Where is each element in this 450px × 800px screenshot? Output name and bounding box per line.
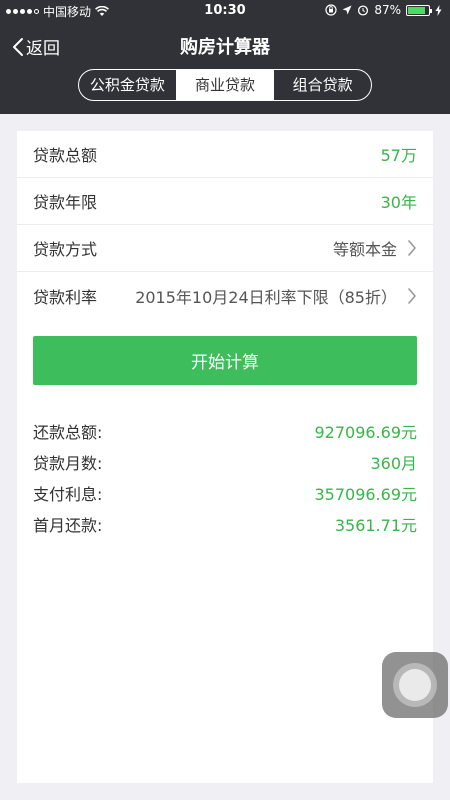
chevron-right-icon <box>408 240 416 256</box>
repayment-method-label: 贷款方式 <box>33 240 98 259</box>
location-icon <box>342 5 352 15</box>
results-list: 还款总额: 927096.69元 贷款月数: 360月 支付利息: 357096… <box>33 415 417 539</box>
assistive-touch-button[interactable] <box>382 652 448 718</box>
battery-icon <box>406 4 432 16</box>
assistive-touch-inner-circle <box>399 669 431 701</box>
loan-amount-value: 57万 <box>380 146 417 165</box>
loan-type-tabs: 公积金贷款 商业贷款 组合贷款 <box>78 69 372 101</box>
loan-amount-row[interactable]: 贷款总额 57万 <box>17 131 433 178</box>
interest-rate-row[interactable]: 贷款利率 2015年10月24日利率下限（85折） <box>17 272 433 319</box>
result-label: 支付利息: <box>33 484 103 504</box>
repayment-method-row[interactable]: 贷款方式 等额本金 <box>17 225 433 272</box>
battery-level-fill <box>408 6 426 14</box>
orientation-lock-icon <box>325 4 337 16</box>
loan-term-label: 贷款年限 <box>33 193 98 212</box>
loan-term-row[interactable]: 贷款年限 30年 <box>17 178 433 225</box>
repayment-method-value: 等额本金 <box>332 240 397 259</box>
loan-term-value: 30年 <box>380 193 417 212</box>
interest-rate-value: 2015年10月24日利率下限（85折） <box>135 287 397 307</box>
result-total-repayment: 还款总额: 927096.69元 <box>33 415 417 446</box>
interest-rate-label: 贷款利率 <box>33 287 98 307</box>
tab-provident-fund-loan[interactable]: 公积金贷款 <box>79 70 176 100</box>
status-bar: 中国移动 10:30 87% <box>0 0 450 22</box>
result-label: 贷款月数: <box>33 453 103 473</box>
page-title: 购房计算器 <box>180 37 270 58</box>
result-first-month-payment: 首月还款: 3561.71元 <box>33 508 417 539</box>
loan-amount-label: 贷款总额 <box>33 146 98 165</box>
battery-percent: 87% <box>374 3 401 17</box>
chevron-right-icon <box>408 287 416 304</box>
result-value: 357096.69元 <box>314 484 417 504</box>
status-right: 87% <box>325 3 442 17</box>
result-value: 3561.71元 <box>334 515 417 535</box>
tab-commercial-loan[interactable]: 商业贷款 <box>175 70 274 100</box>
calculator-card: 贷款总额 57万 贷款年限 30年 贷款方式 等额本金 贷款利率 2015年10… <box>17 131 433 783</box>
result-label: 还款总额: <box>33 422 103 442</box>
alarm-icon <box>358 5 369 16</box>
result-value: 360月 <box>370 453 417 473</box>
result-label: 首月还款: <box>33 515 103 535</box>
result-loan-months: 贷款月数: 360月 <box>33 446 417 477</box>
top-bar: 中国移动 10:30 87% 返回 购房计算器 公积金贷款 商业贷款 组合贷款 <box>0 0 450 114</box>
result-interest-paid: 支付利息: 357096.69元 <box>33 477 417 508</box>
start-calculation-button[interactable]: 开始计算 <box>33 336 417 385</box>
result-value: 927096.69元 <box>314 422 417 442</box>
charging-icon <box>435 4 442 16</box>
nav-bar: 返回 购房计算器 <box>0 26 450 66</box>
tab-combined-loan[interactable]: 组合贷款 <box>273 70 371 100</box>
